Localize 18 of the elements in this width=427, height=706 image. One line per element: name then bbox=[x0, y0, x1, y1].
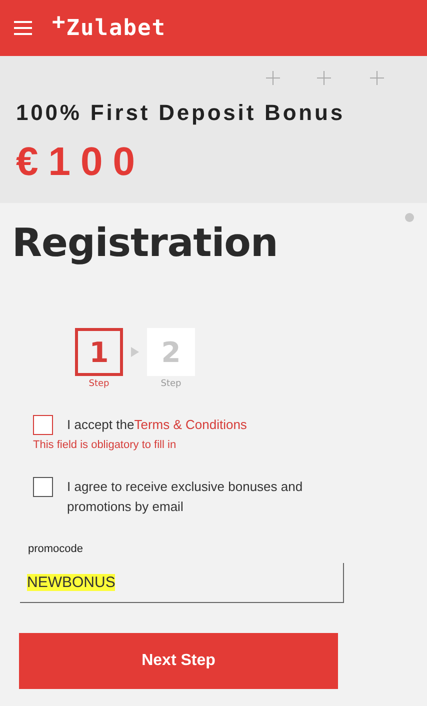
menu-icon[interactable] bbox=[14, 21, 32, 35]
next-step-button[interactable]: Next Step bbox=[19, 633, 338, 689]
scroll-indicator bbox=[405, 213, 414, 222]
page-title: Registration bbox=[12, 221, 279, 266]
step-label: Step bbox=[160, 379, 182, 389]
arrow-icon bbox=[131, 347, 139, 357]
checkbox-label: I agree to receive exclusive bonuses and promotions by email bbox=[67, 478, 304, 516]
checkbox-label: I accept theTerms & Conditions bbox=[67, 416, 248, 434]
checkbox[interactable] bbox=[33, 415, 53, 435]
step-number[interactable]: 1 bbox=[75, 328, 123, 376]
checkbox[interactable] bbox=[33, 477, 53, 497]
error-message: This field is obligatory to fill in bbox=[33, 439, 178, 451]
terms-link[interactable]: Terms & Conditions bbox=[134, 417, 247, 432]
bonus-amount: €100 bbox=[16, 140, 146, 185]
banner-title: 100% First Deposit Bonus bbox=[16, 100, 346, 126]
step-label: Step bbox=[88, 379, 110, 389]
promocode-field[interactable]: NEWBONUS bbox=[20, 563, 344, 603]
field-label: promocode bbox=[28, 543, 84, 555]
